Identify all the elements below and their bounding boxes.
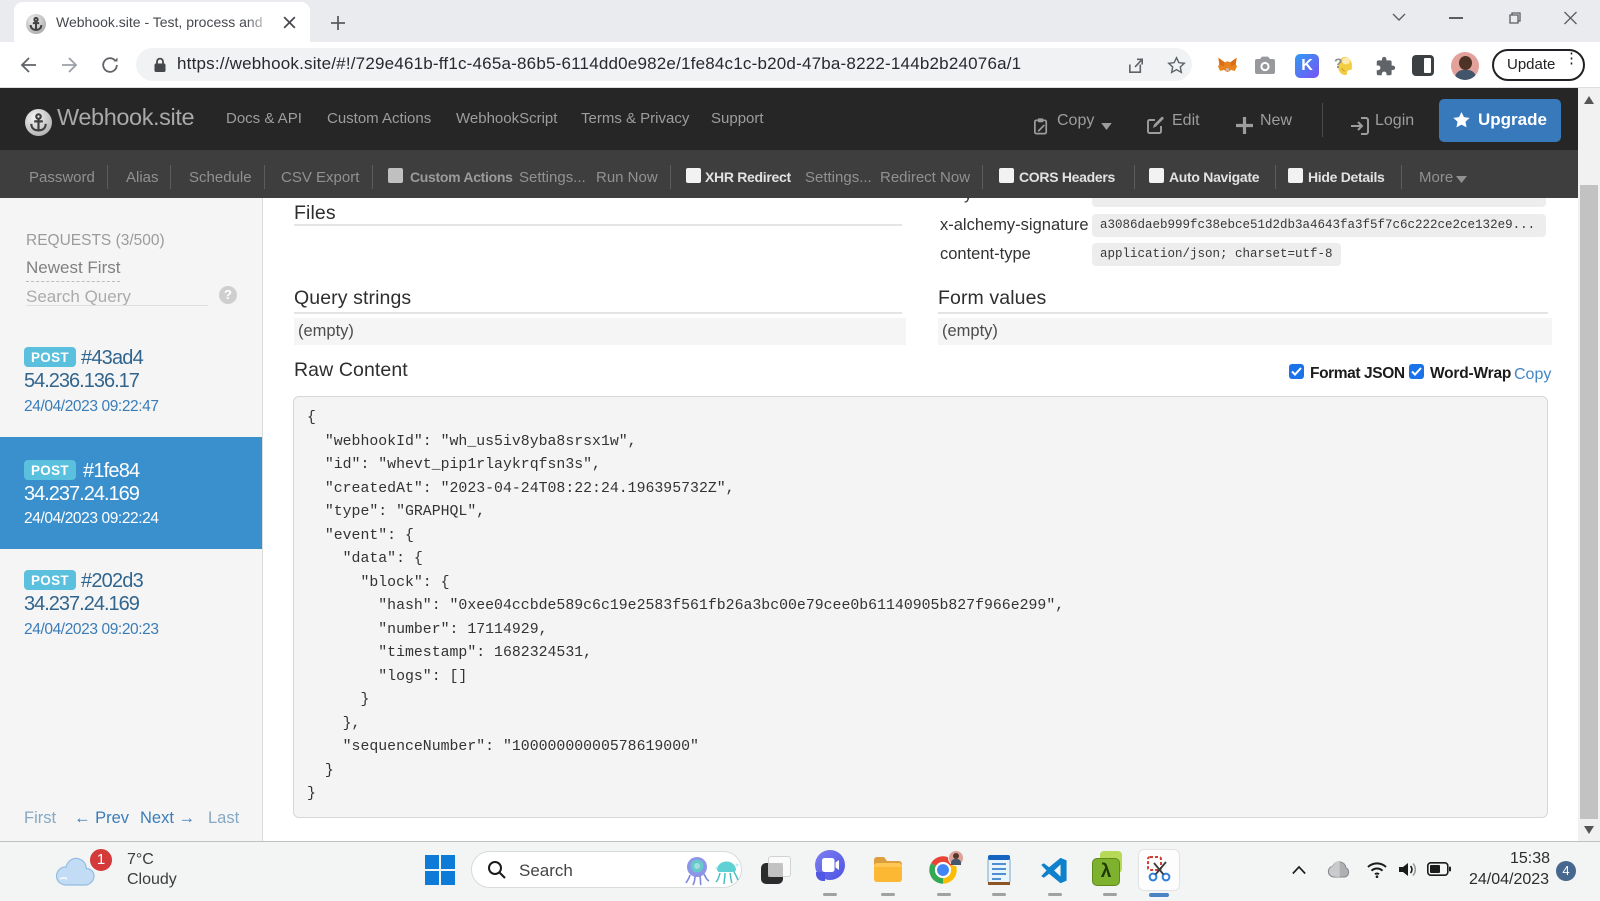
svg-text:?: ? [1334, 55, 1343, 71]
